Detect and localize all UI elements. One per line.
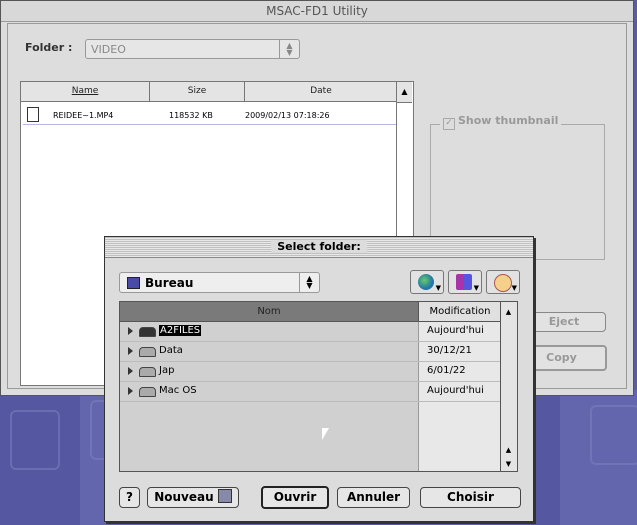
scroll-up-arrow-icon[interactable]: ▲ xyxy=(501,305,516,319)
window-title[interactable]: MSAC-FD1 Utility xyxy=(1,1,633,22)
show-thumbnail-checkbox[interactable]: ✓ Show thumbnail xyxy=(440,114,562,130)
list-item[interactable]: Mac OS Aujourd'hui xyxy=(120,382,501,402)
mac-os-face-icon xyxy=(590,405,637,465)
scroll-up-arrow-icon[interactable]: ▲ xyxy=(501,443,516,457)
new-folder-button[interactable]: Nouveau xyxy=(147,487,239,508)
updown-arrow-icon: ▲ ▼ xyxy=(299,273,319,292)
clock-icon xyxy=(494,274,512,292)
file-date: 2009/02/13 07:18:26 xyxy=(245,111,330,120)
item-name: A2FILES xyxy=(159,325,202,336)
disclosure-triangle-icon[interactable] xyxy=(128,367,133,375)
open-button[interactable]: Ouvrir xyxy=(261,486,329,509)
item-modified: Aujourd'hui xyxy=(427,325,484,336)
disclosure-triangle-icon[interactable] xyxy=(128,347,133,355)
checkmark-icon: ✓ xyxy=(443,118,455,130)
shortcuts-button[interactable]: ▼ xyxy=(410,270,444,294)
globe-drive-icon xyxy=(418,274,434,290)
eject-button[interactable]: Eject xyxy=(522,312,606,332)
folder-list[interactable]: Nom Modification A2FILES Aujourd'hui Dat… xyxy=(119,301,518,472)
item-name: Mac OS xyxy=(159,385,197,396)
column-header-modification[interactable]: Modification xyxy=(418,302,501,322)
disclosure-triangle-icon[interactable] xyxy=(128,387,133,395)
column-header-size[interactable]: Size xyxy=(150,82,245,102)
folder-popup[interactable]: VIDEO ▲ ▼ xyxy=(85,39,300,59)
item-name: Jap xyxy=(159,365,175,376)
hard-disk-icon xyxy=(139,387,156,397)
list-item[interactable]: REIDEE~1.MP4 118532 KB 2009/02/13 07:18:… xyxy=(23,105,399,125)
folder-popup-value: VIDEO xyxy=(91,43,126,56)
vertical-scrollbar[interactable]: ▲ ▲ ▼ xyxy=(500,302,517,471)
file-name: REIDEE~1.MP4 xyxy=(53,111,114,120)
column-header-name[interactable]: Name xyxy=(21,82,150,102)
disclosure-triangle-icon[interactable] xyxy=(128,327,133,335)
column-header-nom[interactable]: Nom xyxy=(120,302,418,322)
favorites-books-icon xyxy=(456,274,472,290)
location-value: Bureau xyxy=(145,276,194,290)
dialog-titlebar[interactable]: Select folder: xyxy=(105,237,533,258)
hard-disk-icon xyxy=(139,347,156,357)
scroll-up-arrow-icon[interactable]: ▲ xyxy=(397,82,412,103)
list-item[interactable]: A2FILES Aujourd'hui xyxy=(120,322,501,342)
desktop-icon xyxy=(127,277,140,289)
help-button[interactable]: ? xyxy=(119,487,140,508)
list-item[interactable]: Data 30/12/21 xyxy=(120,342,501,362)
choose-button[interactable]: Choisir xyxy=(420,487,521,508)
column-header-date[interactable]: Date xyxy=(245,82,398,102)
cancel-button[interactable]: Annuler xyxy=(337,487,410,508)
favorites-button[interactable]: ▼ xyxy=(448,270,482,294)
updown-arrow-icon: ▲ ▼ xyxy=(279,40,299,58)
mouse-pointer-icon xyxy=(322,428,329,440)
recent-button[interactable]: ▼ xyxy=(486,270,520,294)
item-modified: 6/01/22 xyxy=(427,365,466,376)
mac-os-face-icon xyxy=(10,410,60,470)
list-item[interactable]: Jap 6/01/22 xyxy=(120,362,501,382)
hard-disk-icon xyxy=(139,367,156,377)
folder-label: Folder : xyxy=(25,41,73,54)
item-modified: Aujourd'hui xyxy=(427,385,484,396)
dialog-title: Select folder: xyxy=(271,240,367,253)
scroll-down-arrow-icon[interactable]: ▼ xyxy=(501,457,516,471)
show-thumbnail-label: Show thumbnail xyxy=(458,114,559,127)
server-icon xyxy=(139,327,156,337)
new-folder-label: Nouveau xyxy=(154,490,214,504)
folder-icon xyxy=(217,489,232,503)
file-size: 118532 KB xyxy=(169,111,213,120)
item-name: Data xyxy=(159,345,183,356)
document-icon xyxy=(27,107,39,122)
location-popup[interactable]: Bureau ▲ ▼ xyxy=(119,272,320,293)
item-modified: 30/12/21 xyxy=(427,345,472,356)
select-folder-dialog: Select folder: Bureau ▲ ▼ ▼ ▼ ▼ Nom Modif… xyxy=(104,236,534,522)
